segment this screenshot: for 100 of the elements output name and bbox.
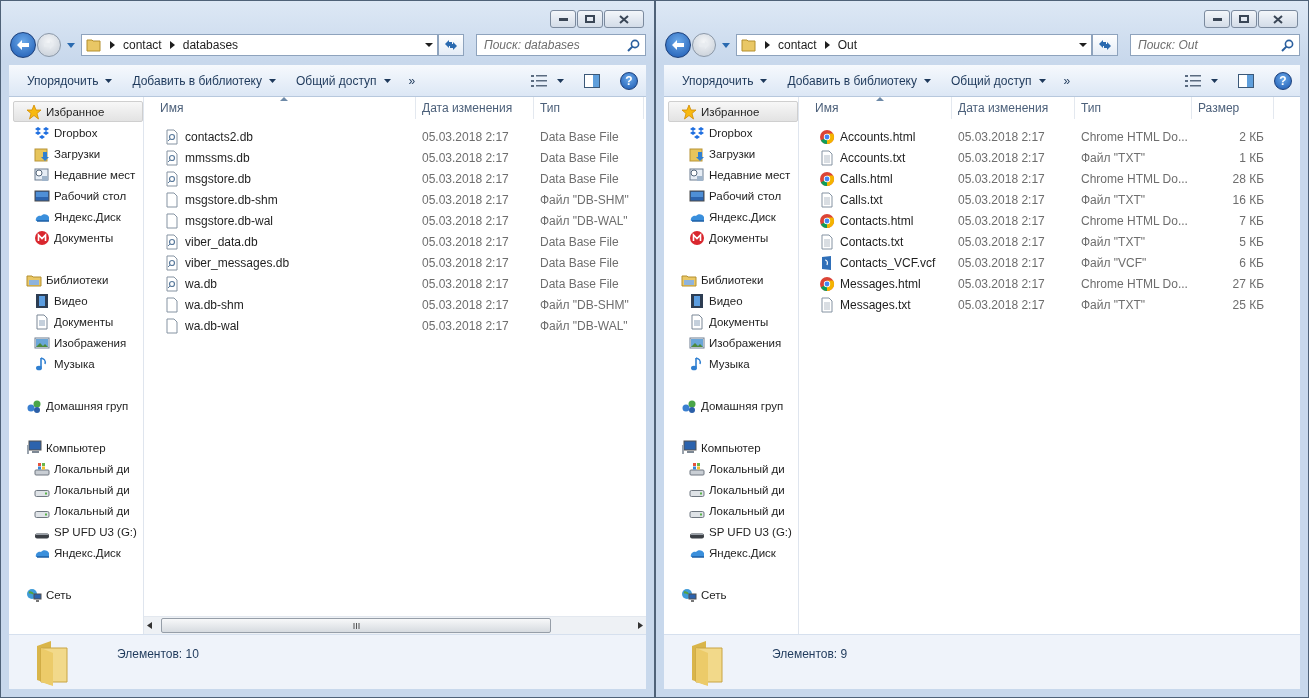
nav-item[interactable]: Dropbox — [13, 122, 143, 143]
nav-item[interactable]: Документы — [668, 311, 798, 332]
breadcrumb[interactable]: Out — [837, 38, 858, 52]
nav-item[interactable]: SP UFD U3 (G:) — [13, 521, 143, 542]
minimize-button[interactable] — [550, 10, 576, 28]
toolbar-menu-button[interactable]: Добавить в библиотеку — [777, 69, 941, 92]
nav-item[interactable]: Яндекс.Диск — [13, 542, 143, 563]
nav-item[interactable]: Музыка — [13, 353, 143, 374]
address-bar[interactable]: contact databases — [81, 34, 438, 56]
nav-item[interactable]: Документы — [13, 227, 143, 248]
file-name-text[interactable]: wa.db — [185, 276, 218, 291]
nav-item[interactable]: Локальный ди — [668, 458, 798, 479]
file-name-text[interactable]: msgstore.db-shm — [185, 192, 278, 207]
file-name[interactable]: msgstore.db — [144, 170, 416, 187]
file-name[interactable]: wa.db-shm — [144, 296, 416, 313]
file-name-text[interactable]: Calls.html — [840, 171, 893, 186]
more-button[interactable]: » — [1055, 69, 1079, 92]
back-button[interactable] — [665, 32, 691, 58]
nav-item[interactable]: Библиотеки — [668, 269, 798, 290]
nav-item[interactable]: Документы — [668, 227, 798, 248]
file-name[interactable]: mmssms.db — [144, 149, 416, 166]
nav-item[interactable]: Видео — [668, 290, 798, 311]
nav-item[interactable]: Загрузки — [668, 143, 798, 164]
history-dropdown[interactable] — [720, 42, 732, 48]
file-name[interactable]: msgstore.db-shm — [144, 191, 416, 208]
breadcrumb[interactable]: contact — [778, 38, 817, 52]
nav-item[interactable]: Домашняя груп — [668, 395, 798, 416]
file-name[interactable]: Contacts.txt — [799, 233, 952, 250]
file-name[interactable]: Accounts.txt — [799, 149, 952, 166]
nav-item[interactable]: Домашняя груп — [13, 395, 143, 416]
file-name-text[interactable]: contacts2.db — [185, 129, 254, 144]
toolbar-menu-button[interactable]: Упорядочить — [17, 69, 123, 92]
file-name-text[interactable]: mmssms.db — [185, 150, 250, 165]
file-name[interactable]: contacts2.db — [144, 128, 416, 145]
file-name[interactable]: wa.db-wal — [144, 317, 416, 334]
file-name[interactable]: viber_data.db — [144, 233, 416, 250]
column-header[interactable]: Имя — [799, 97, 952, 119]
file-name-text[interactable]: Contacts.txt — [840, 234, 904, 249]
nav-item[interactable]: Библиотеки — [13, 269, 143, 290]
file-name-text[interactable]: msgstore.db-wal — [185, 213, 274, 228]
nav-item[interactable]: Рабочий стол — [668, 185, 798, 206]
nav-item[interactable]: Яндекс.Диск — [668, 206, 798, 227]
nav-item[interactable]: Локальный ди — [668, 479, 798, 500]
file-name-text[interactable]: viber_data.db — [185, 234, 258, 249]
preview-pane-icon[interactable] — [584, 73, 600, 88]
nav-item[interactable]: Локальный ди — [668, 500, 798, 521]
file-name-text[interactable]: wa.db-wal — [185, 318, 240, 333]
close-button[interactable] — [604, 10, 644, 28]
toolbar-menu-button[interactable]: Упорядочить — [672, 69, 778, 92]
file-name[interactable]: Calls.txt — [799, 191, 952, 208]
breadcrumb[interactable]: databases — [182, 38, 239, 52]
nav-item[interactable]: Локальный ди — [13, 500, 143, 521]
nav-item[interactable]: Изображения — [13, 332, 143, 353]
nav-item[interactable]: Компьютер — [668, 437, 798, 458]
history-dropdown[interactable] — [65, 42, 77, 48]
file-name[interactable]: Calls.html — [799, 170, 952, 187]
toolbar-menu-button[interactable]: Общий доступ — [940, 69, 1056, 92]
column-header[interactable]: Тип — [1075, 97, 1192, 119]
nav-item[interactable]: Недавние мест — [668, 164, 798, 185]
nav-item[interactable]: Рабочий стол — [13, 185, 143, 206]
search-field[interactable]: Поиск: databases — [476, 34, 646, 56]
file-name-text[interactable]: Accounts.txt — [840, 150, 906, 165]
nav-item[interactable]: SP UFD U3 (G:) — [668, 521, 798, 542]
column-header[interactable]: Дата изменения — [416, 97, 534, 119]
nav-item[interactable]: Сеть — [13, 584, 143, 605]
file-name[interactable]: Messages.html — [799, 275, 952, 292]
nav-item[interactable]: Видео — [13, 290, 143, 311]
horizontal-scrollbar[interactable] — [144, 616, 646, 634]
breadcrumb[interactable]: contact — [123, 38, 162, 52]
scroll-right-icon[interactable] — [638, 622, 643, 629]
nav-item[interactable]: Яндекс.Диск — [668, 542, 798, 563]
nav-item[interactable]: Компьютер — [13, 437, 143, 458]
file-name[interactable]: viber_messages.db — [144, 254, 416, 271]
nav-item[interactable]: Недавние мест — [13, 164, 143, 185]
file-name-text[interactable]: viber_messages.db — [185, 255, 290, 270]
file-name-text[interactable]: Accounts.html — [840, 129, 916, 144]
nav-item[interactable]: Музыка — [668, 353, 798, 374]
nav-item[interactable]: Сеть — [668, 584, 798, 605]
file-name-text[interactable]: wa.db-shm — [185, 297, 244, 312]
file-name[interactable]: Messages.txt — [799, 296, 952, 313]
scroll-left-icon[interactable] — [147, 622, 152, 629]
nav-item[interactable]: Загрузки — [13, 143, 143, 164]
maximize-button[interactable] — [577, 10, 603, 28]
file-name-text[interactable]: Messages.html — [840, 276, 921, 291]
nav-item[interactable]: Изображения — [668, 332, 798, 353]
nav-item[interactable]: Избранное — [668, 101, 798, 122]
file-name-text[interactable]: Contacts.html — [840, 213, 914, 228]
nav-item[interactable]: Локальный ди — [13, 458, 143, 479]
file-name-text[interactable]: Messages.txt — [840, 297, 911, 312]
nav-item[interactable]: Dropbox — [668, 122, 798, 143]
file-name-text[interactable]: msgstore.db — [185, 171, 252, 186]
file-name-text[interactable]: Calls.txt — [840, 192, 883, 207]
column-header[interactable]: Имя — [144, 97, 416, 119]
more-button[interactable]: » — [400, 69, 424, 92]
view-list-icon[interactable] — [531, 74, 547, 87]
column-header[interactable]: Размер — [1192, 97, 1274, 119]
toolbar-menu-button[interactable]: Добавить в библиотеку — [122, 69, 286, 92]
file-name[interactable]: msgstore.db-wal — [144, 212, 416, 229]
nav-item[interactable]: Избранное — [13, 101, 143, 122]
nav-item[interactable]: Локальный ди — [13, 479, 143, 500]
